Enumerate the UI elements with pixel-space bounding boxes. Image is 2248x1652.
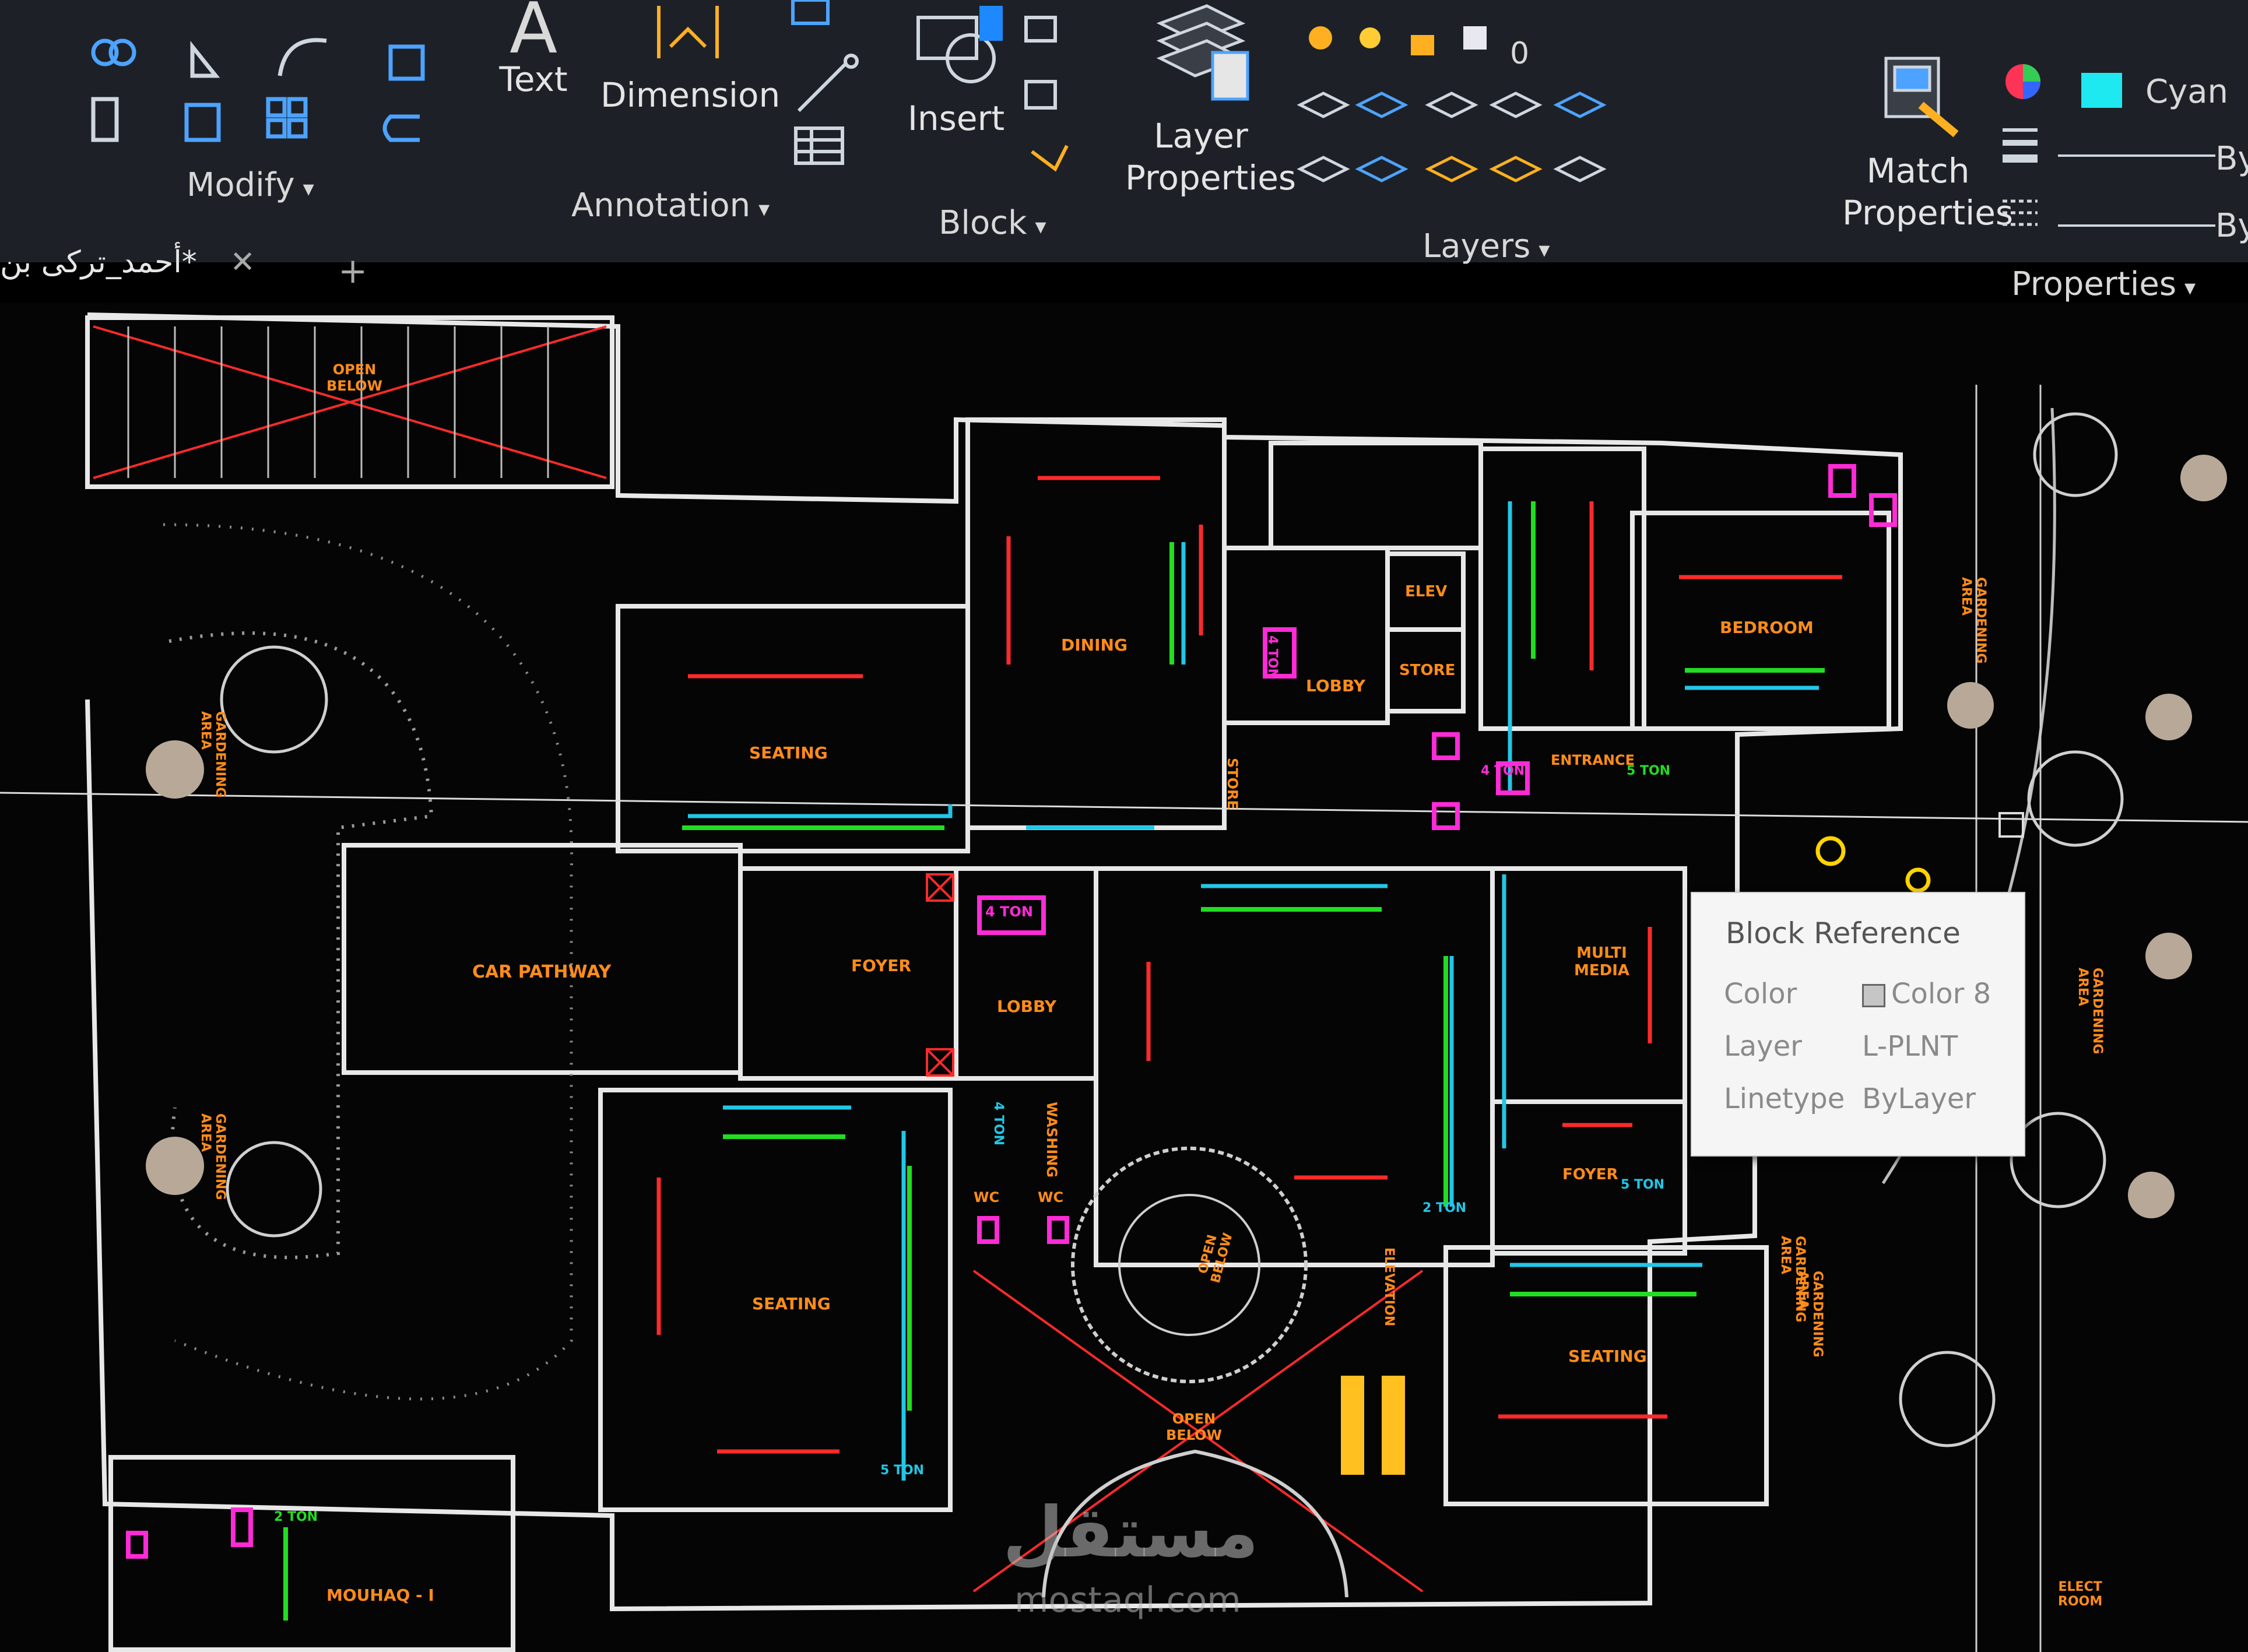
object-color-value[interactable]: Cyan <box>2145 73 2228 111</box>
block-group-label[interactable]: Block ▾ <box>939 204 1046 242</box>
modify-icons <box>35 12 431 157</box>
seating-right-wall <box>1443 1245 1769 1506</box>
ac-unit-tag[interactable]: 2 TON <box>274 1510 318 1524</box>
room-label-gardening-2: GARDENING AREA <box>198 1113 227 1200</box>
room-label-foyer-right: FOYER <box>1562 1166 1618 1183</box>
lineweight-line <box>2058 154 2215 157</box>
color-wheel-icon <box>2000 58 2046 107</box>
room-label-dining: DINING <box>1061 635 1127 655</box>
annotation-group-label[interactable]: Annotation ▾ <box>571 187 770 224</box>
tooltip-value-linetype: ByLayer <box>1862 1082 1976 1115</box>
room-label-lobby-center: LOBBY <box>997 997 1057 1016</box>
room-label-foyer-left: FOYER <box>851 956 911 975</box>
foyer-left-wall <box>738 866 958 1081</box>
car-pathway-wall <box>342 843 743 1075</box>
linetype-line <box>2058 224 2215 227</box>
room-label-bedroom: BEDROOM <box>1720 618 1814 637</box>
ac-unit-tag[interactable]: 5 TON <box>1621 1178 1664 1192</box>
room-label-wc2: WC <box>1038 1189 1064 1205</box>
room-label-washing: WASHING <box>1044 1102 1060 1178</box>
lineweight-icon <box>2000 122 2040 169</box>
room-label-open-below-top: OPEN BELOW <box>326 361 382 394</box>
ribbon: Modify ▾ A Text Dimension Annotation ▾ Ins… <box>0 0 2248 303</box>
ac-unit-tag[interactable]: 4 TON <box>1481 764 1525 778</box>
right-block-wall <box>1478 447 1646 731</box>
watermark-logo: مستقل <box>1003 1492 1259 1573</box>
tooltip-key-layer: Layer <box>1724 1030 1802 1063</box>
layer-tool-icons <box>1288 82 1609 222</box>
stair-wall <box>1269 441 1483 550</box>
room-label-seating-right: SEATING <box>1568 1347 1647 1366</box>
modify-group-label[interactable]: Modify ▾ <box>187 166 314 204</box>
tooltip-value-layer: L-PLNT <box>1862 1030 1958 1063</box>
room-label-moulhaq: MOUHAQ - I <box>326 1586 434 1605</box>
room-label-elect-room: ELECT ROOM <box>2058 1580 2103 1609</box>
layer-state-icons <box>1294 12 1586 70</box>
color-swatch-icon <box>1862 984 1885 1007</box>
room-label-seating-top: SEATING <box>749 743 828 762</box>
file-tab[interactable]: أحمد_تركى بن* ✕ <box>0 245 255 280</box>
dimension-button[interactable]: Dimension <box>600 0 780 116</box>
text-icon: A <box>509 0 558 69</box>
tooltip-value-color: Color 8 <box>1862 978 1991 1010</box>
new-tab-button[interactable]: + <box>338 251 367 291</box>
layer-color-swatch <box>1463 26 1487 50</box>
multimedia-wall <box>1490 866 1687 1104</box>
linetype-value[interactable]: By <box>2215 207 2248 245</box>
crosshair-pickbox <box>1998 812 2024 838</box>
tooltip-key-linetype: Linetype <box>1724 1082 1845 1115</box>
dining-wall <box>965 417 1227 830</box>
room-label-elevation: ELEVATION <box>1382 1247 1396 1327</box>
block-reference-tooltip: Block Reference Color Color 8 Layer L-PL… <box>1691 892 2025 1157</box>
dimension-icon <box>657 6 719 58</box>
room-label-store-vertical: STORE <box>1224 758 1241 810</box>
crosshair-horizontal <box>0 792 2248 823</box>
tooltip-key-color: Color <box>1724 978 1797 1010</box>
room-label-elev: ELEV <box>1405 583 1448 600</box>
ac-unit-tag[interactable]: 4 TON <box>1265 635 1280 679</box>
match-properties-icon <box>1884 57 1959 138</box>
layer-properties-button[interactable]: Layer Properties <box>1125 0 1296 199</box>
room-label-store: STORE <box>1399 662 1456 679</box>
room-label-entrance: ENTRANCE <box>1551 752 1635 768</box>
cyan-color-swatch[interactable] <box>2081 73 2122 108</box>
block-tool-icons <box>1014 6 1084 181</box>
room-label-car-pathway: CAR PATHWAY <box>472 962 612 982</box>
insert-button[interactable]: Insert <box>898 6 1014 139</box>
layers-group-label[interactable]: Layers ▾ <box>1422 227 1550 265</box>
room-label-gardening-3: GARDENING AREA <box>1959 577 1988 664</box>
properties-group-label[interactable]: Properties ▾ <box>2011 265 2196 303</box>
ac-unit-tag[interactable]: 2 TON <box>1422 1201 1466 1215</box>
tree-icon <box>220 645 328 754</box>
lock-icon <box>1411 35 1434 55</box>
watermark-url: mostaql.com <box>1014 1580 1241 1621</box>
room-label-gardening-6: GARDENING AREA <box>1778 1236 1807 1323</box>
tooltip-title: Block Reference <box>1726 916 1961 950</box>
layer-properties-icon <box>1156 4 1249 101</box>
match-properties-button[interactable]: Match Properties <box>1842 52 2013 234</box>
ac-unit-tag[interactable]: 5 TON <box>880 1463 924 1478</box>
room-label-lobby: LOBBY <box>1306 676 1366 695</box>
room-label-open-below-bottom: OPEN BELOW <box>1166 1411 1222 1443</box>
sun-icon <box>1360 27 1381 48</box>
lineweight-value[interactable]: By <box>2215 140 2248 178</box>
room-label-gardening-4: GARDENING AREA <box>2075 968 2105 1055</box>
leader-icons <box>781 0 886 175</box>
room-label-gardening-1: GARDENING AREA <box>198 711 227 798</box>
moulhaq-wall <box>108 1455 515 1652</box>
text-button[interactable]: A Text <box>490 0 577 101</box>
current-layer-name[interactable]: 0 <box>1510 36 1529 71</box>
ac-unit-tag[interactable]: 4 TON <box>991 1102 1006 1145</box>
ac-unit-tag[interactable]: 5 TON <box>1627 764 1670 778</box>
room-label-wc1: WC <box>974 1189 1000 1205</box>
room-label-multimedia: MULTI MEDIA <box>1574 944 1630 979</box>
lightbulb-icon <box>1309 26 1332 50</box>
insert-icon <box>916 6 1003 83</box>
ac-unit-tag[interactable]: 4 TON <box>985 904 1033 920</box>
close-tab-icon[interactable]: ✕ <box>230 245 255 280</box>
lobby-wall <box>1222 546 1390 725</box>
linetype-icon <box>2000 192 2040 233</box>
room-label-seating-left: SEATING <box>752 1294 831 1313</box>
